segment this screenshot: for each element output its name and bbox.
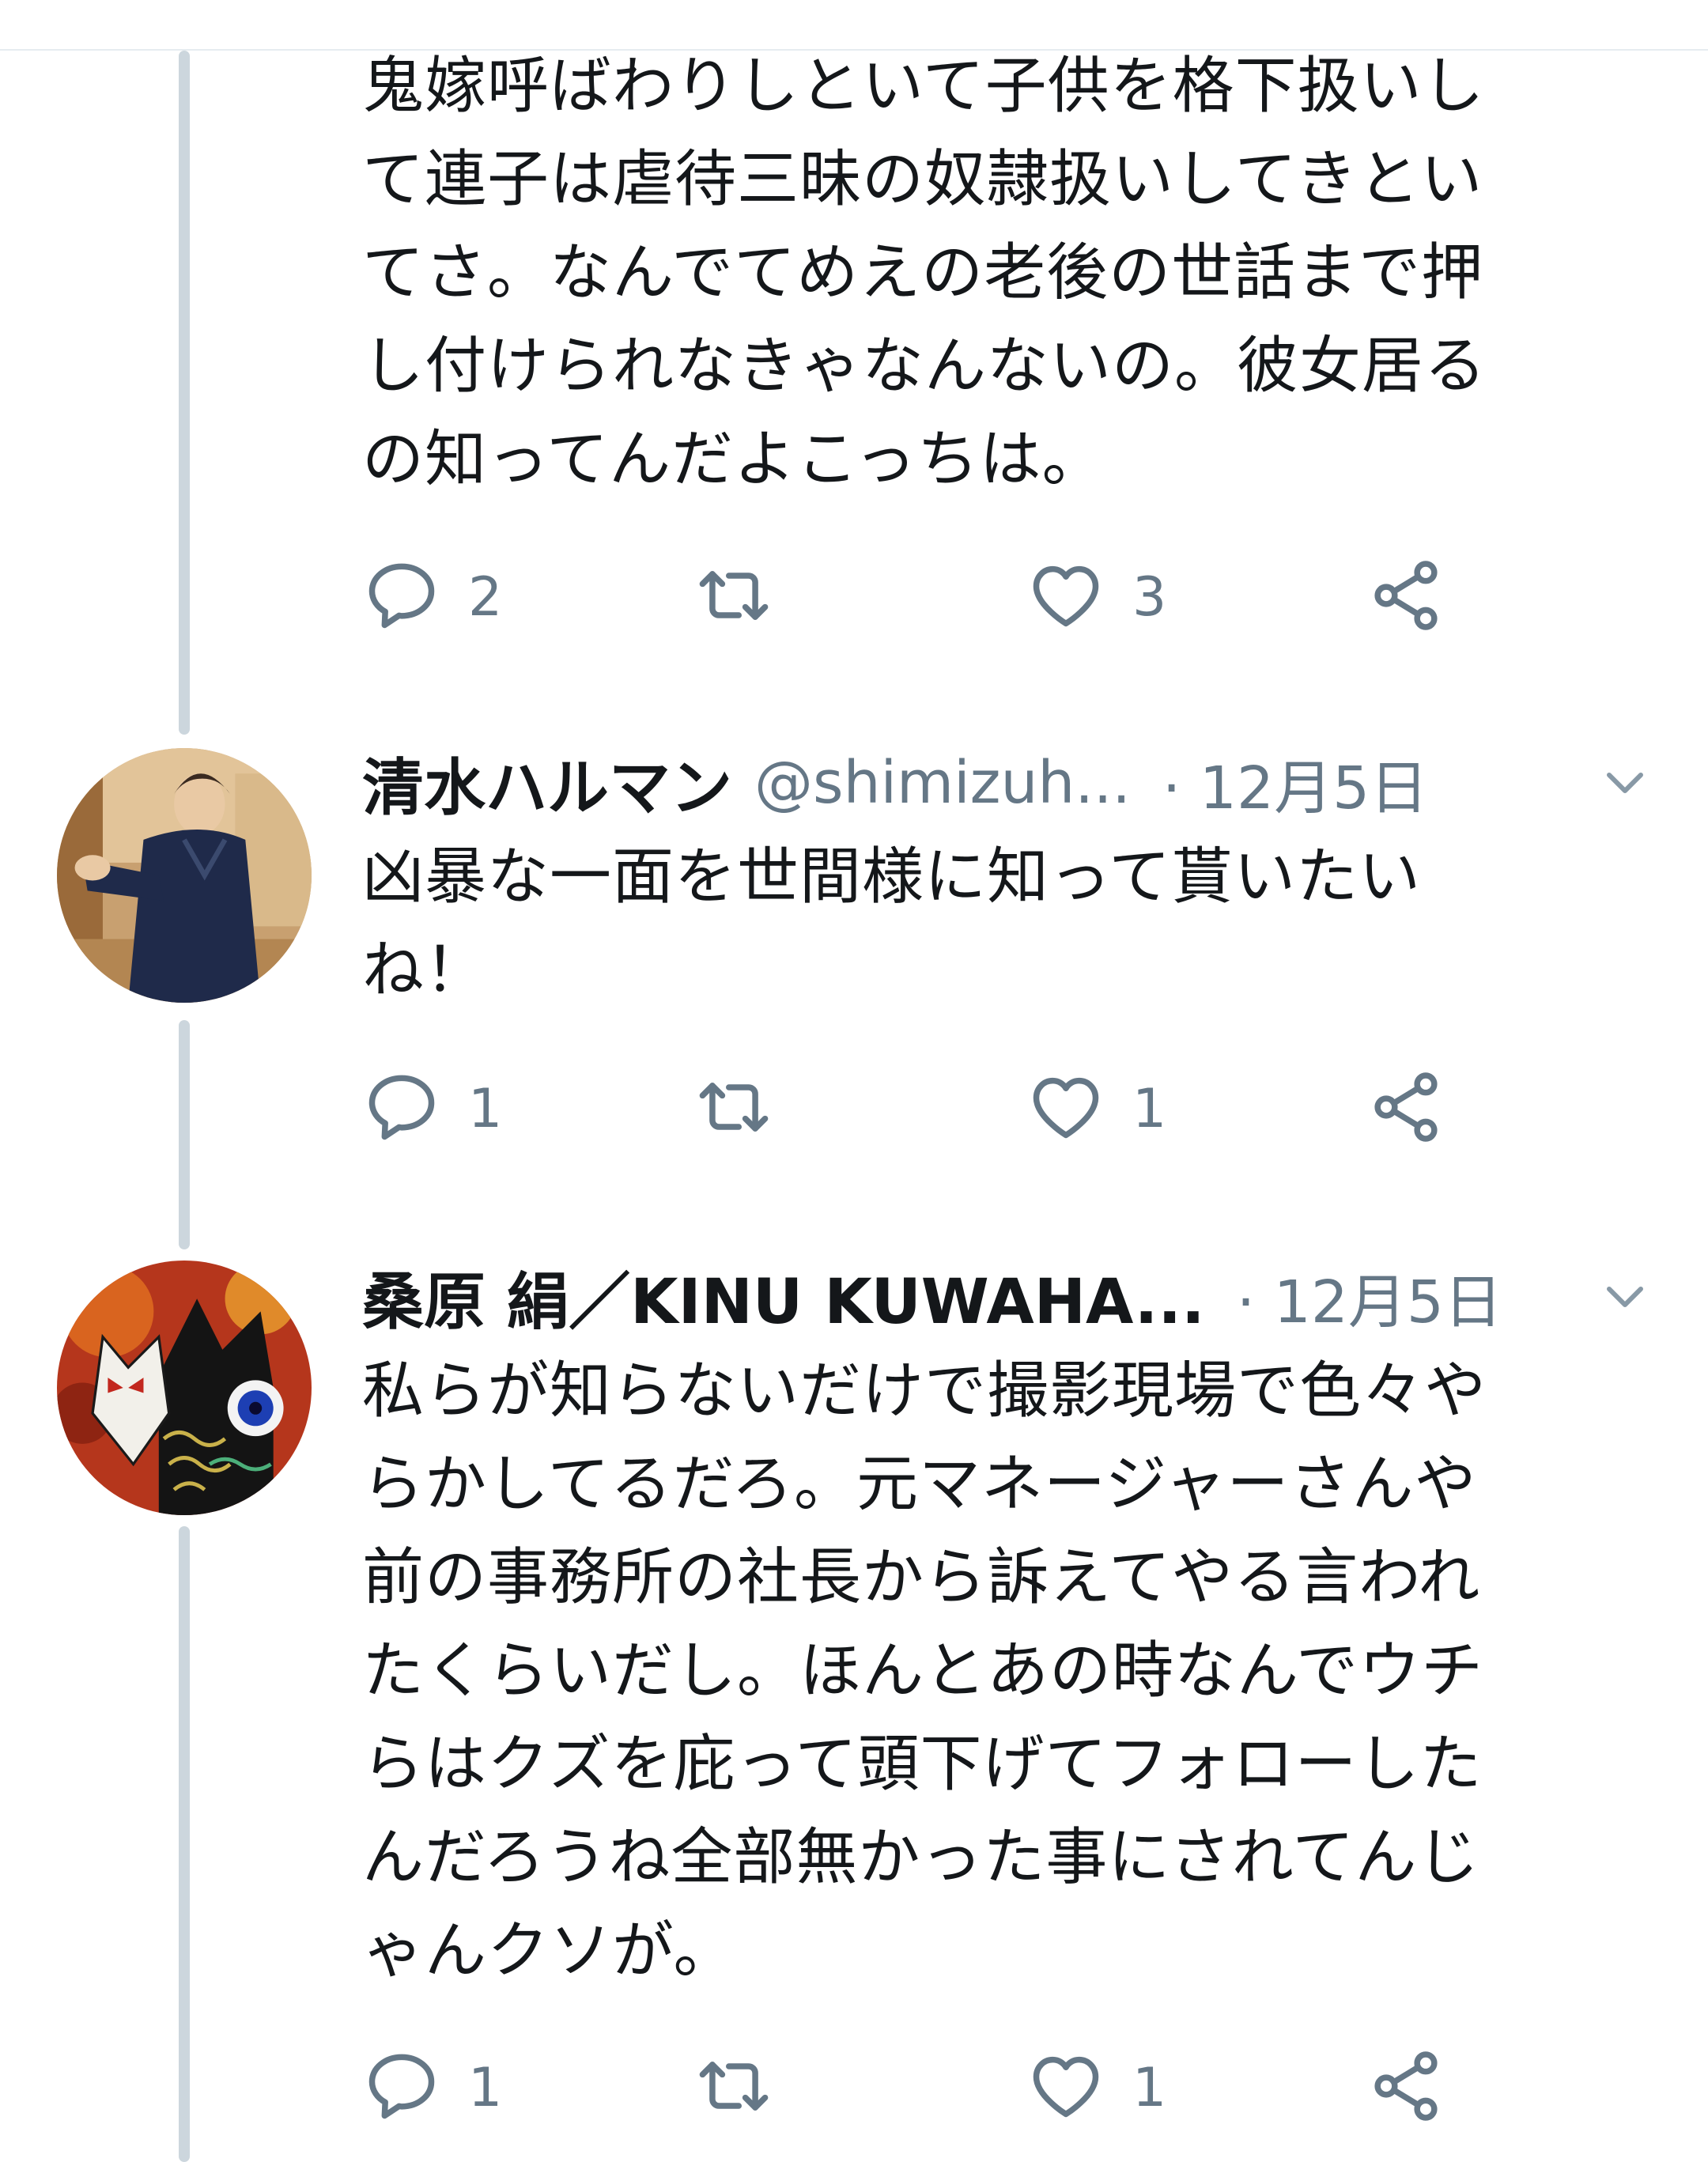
thread-line [179,1526,190,2162]
heart-icon [1026,556,1105,638]
chevron-down-icon[interactable] [1597,1273,1653,1321]
share-button[interactable] [1366,1061,1445,1156]
tweet-header: 桑原 絹／KINU KUWAHA... · 12月5日 [362,1257,1676,1338]
reply-count: 1 [468,1077,503,1140]
thread-line [179,1020,190,1249]
reply-button[interactable]: 1 [362,1061,502,1156]
reply-count: 1 [468,2056,503,2119]
tweet-actions: 1 1 [362,2040,1469,2135]
like-button[interactable]: 3 [1026,550,1166,644]
retweet-icon [694,556,773,638]
chevron-down-icon[interactable] [1597,759,1653,807]
thread-line [179,51,190,735]
like-button[interactable]: 1 [1026,1061,1166,1156]
tweet-date[interactable]: · 12月5日 [1237,1255,1502,1340]
retweet-button[interactable] [694,1061,800,1156]
user-handle[interactable]: @shimizuh... [754,749,1131,817]
retweet-icon [694,1068,773,1150]
avatar[interactable] [57,1261,312,1515]
reply-button[interactable]: 2 [362,550,502,644]
illustration-fox-masks [57,1261,312,1515]
user-name[interactable]: 清水ハルマン [362,739,732,827]
heart-icon [1026,1068,1105,1150]
retweet-button[interactable] [694,2040,800,2135]
reply-count: 2 [468,565,503,629]
share-icon [1366,2047,1445,2129]
reply-bubble-icon [362,556,441,638]
avatar[interactable] [57,748,312,1003]
user-name[interactable]: 桑原 絹／KINU KUWAHA... [362,1253,1205,1341]
reply-bubble-icon [362,2047,441,2129]
like-button[interactable]: 1 [1026,2040,1166,2135]
reply-bubble-icon [362,1068,441,1150]
tweet-text: 凶暴な一面を世間様に知って貰いたい ね！ [362,841,1422,1006]
reply-button[interactable]: 1 [362,2040,502,2135]
tweet-actions: 2 3 [362,550,1469,644]
like-count: 1 [1132,2056,1167,2119]
share-icon [1366,556,1445,638]
retweet-button[interactable] [694,550,800,644]
photo-person-in-navy-kimono [57,748,312,1003]
tweet-actions: 1 1 [362,1061,1469,1156]
heart-icon [1026,2047,1105,2129]
share-button[interactable] [1366,2040,1445,2135]
tweet-text: 私らが知らないだけで撮影現場で色々や らかしてるだろ。元マネージャーさんや 前の… [362,1355,1487,1986]
tweet-text: 鬼嫁呼ばわりしといて子供を格下扱いし て連子は虐待三昧の奴隷扱いしてきとい てさ… [362,51,1487,495]
like-count: 3 [1132,565,1167,629]
share-icon [1366,1068,1445,1150]
retweet-icon [694,2047,773,2129]
like-count: 1 [1132,1077,1167,1140]
share-button[interactable] [1366,550,1445,644]
tweet-date[interactable]: · 12月5日 [1162,741,1428,826]
tweet-header: 清水ハルマン @shimizuh... · 12月5日 [362,743,1676,824]
